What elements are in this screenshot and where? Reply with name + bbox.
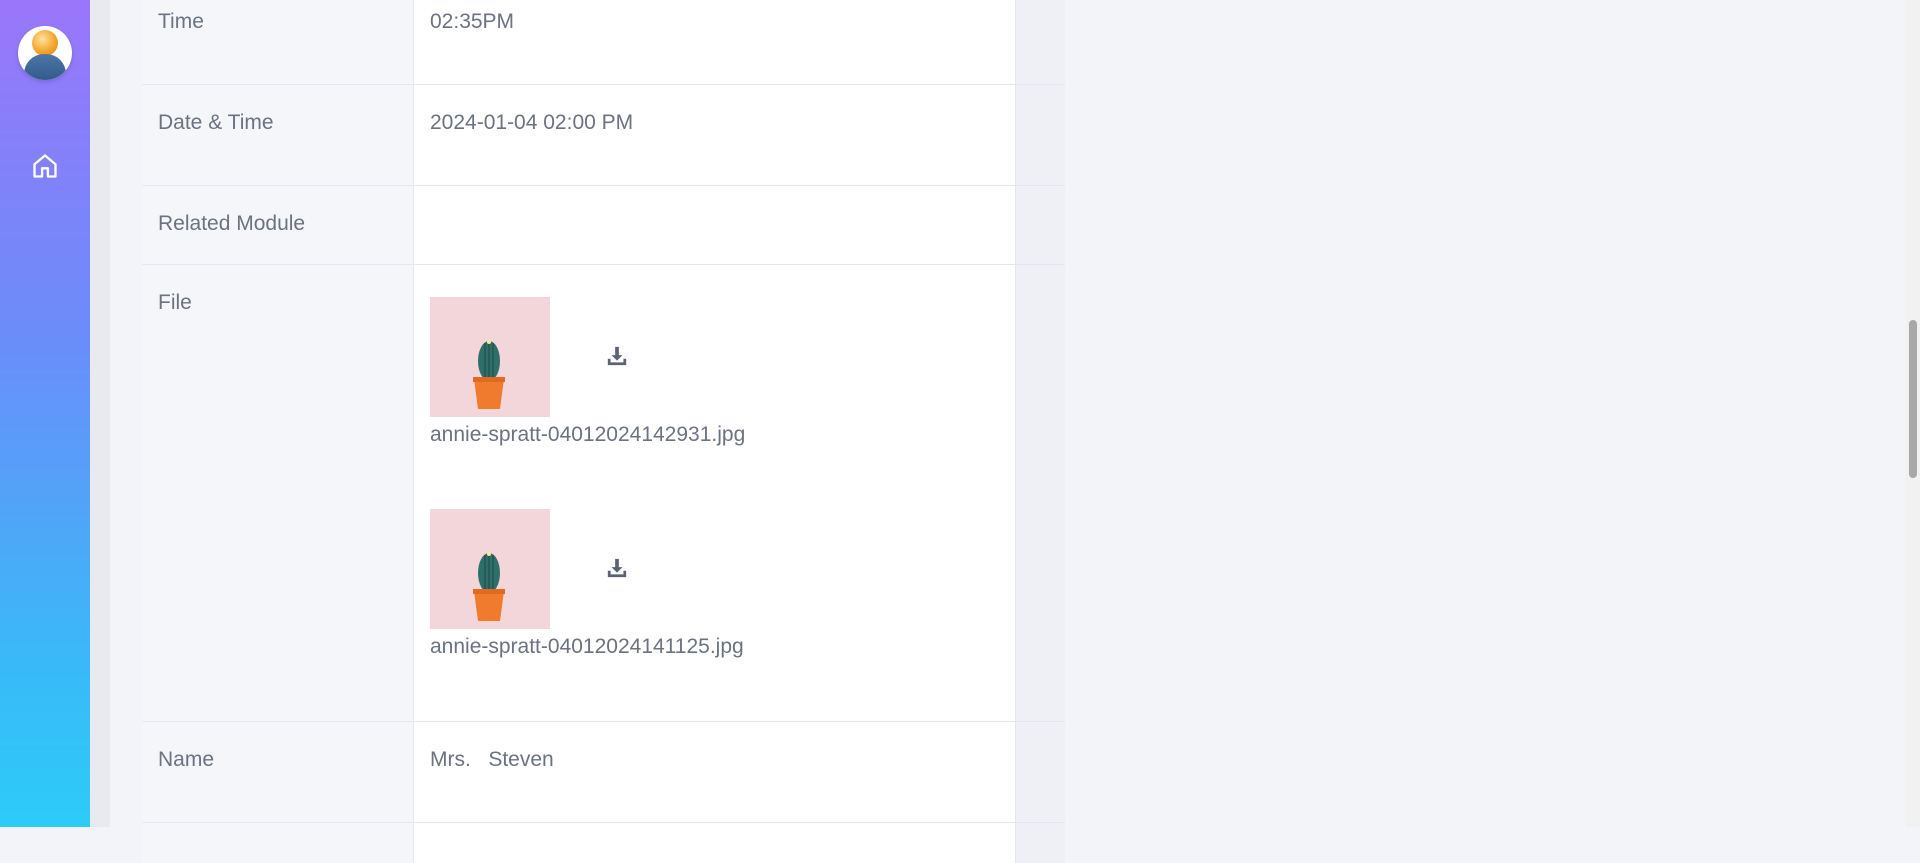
related-module-value xyxy=(430,186,1015,212)
table-row xyxy=(142,823,1065,863)
user-avatar-icon[interactable] xyxy=(18,26,72,80)
detail-table: Time 02:35PM Date & Time 2024-01-04 02:0… xyxy=(142,0,1065,863)
name-value: Mrs. Steven xyxy=(430,722,1015,772)
name-label: Name xyxy=(158,722,413,772)
table-row-datetime: Date & Time 2024-01-04 02:00 PM xyxy=(142,85,1065,186)
file-thumbnail[interactable] xyxy=(430,297,550,417)
table-row-name: Name Mrs. Steven xyxy=(142,722,1065,823)
datetime-label: Date & Time xyxy=(158,85,413,135)
table-row-time: Time 02:35PM xyxy=(142,0,1065,85)
download-icon[interactable] xyxy=(606,557,628,579)
file-name[interactable]: annie-spratt-04012024142931.jpg xyxy=(430,423,745,447)
table-row-related-module: Related Module xyxy=(142,186,1065,265)
file-name[interactable]: annie-spratt-04012024141125.jpg xyxy=(430,635,744,659)
time-value: 02:35PM xyxy=(430,0,1015,34)
home-icon[interactable] xyxy=(31,152,59,180)
file-item: annie-spratt-04012024141125.jpg xyxy=(430,509,1015,721)
table-row-file: File xyxy=(142,265,1065,722)
content-gutter xyxy=(90,0,110,827)
sidebar xyxy=(0,0,90,827)
page-scrollbar[interactable] xyxy=(1906,0,1920,827)
scrollbar-thumb[interactable] xyxy=(1909,320,1917,478)
download-icon[interactable] xyxy=(606,345,628,367)
file-item: annie-spratt-04012024142931.jpg xyxy=(430,297,1015,509)
datetime-value: 2024-01-04 02:00 PM xyxy=(430,85,1015,135)
detail-panel: Time 02:35PM Date & Time 2024-01-04 02:0… xyxy=(110,0,1028,827)
file-label: File xyxy=(158,265,413,315)
file-thumbnail[interactable] xyxy=(430,509,550,629)
related-module-label: Related Module xyxy=(158,186,413,236)
time-label: Time xyxy=(158,0,413,34)
